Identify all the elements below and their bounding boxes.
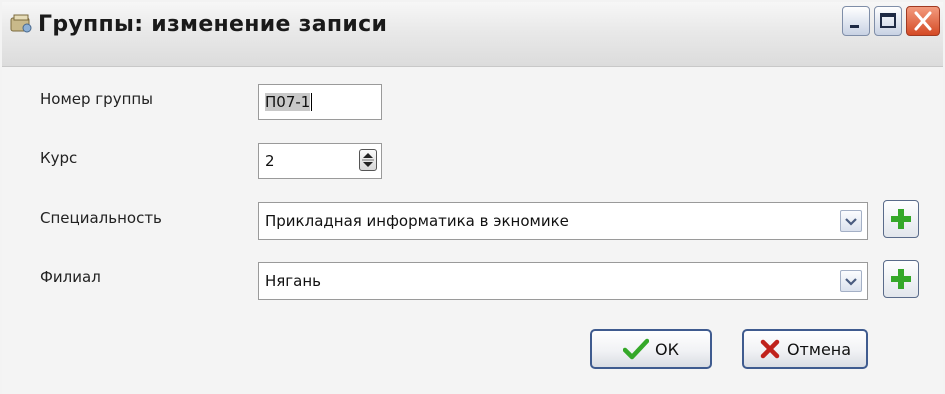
maximize-button[interactable] — [874, 6, 902, 36]
branch-dropdown-button[interactable] — [840, 270, 862, 292]
course-label: Курс — [40, 149, 78, 167]
ok-button[interactable]: ОК — [590, 329, 712, 369]
add-branch-button[interactable] — [883, 260, 919, 298]
plus-icon — [891, 209, 911, 229]
dialog-window: Группы: изменение записи Номер группы П0… — [0, 0, 945, 394]
specialty-label: Специальность — [40, 209, 162, 227]
branch-value: Нягань — [265, 272, 322, 290]
course-value: 2 — [265, 152, 275, 170]
specialty-value: Прикладная информатика в экномике — [265, 212, 569, 230]
close-icon — [914, 11, 932, 31]
specialty-dropdown-button[interactable] — [840, 210, 862, 232]
group-number-input[interactable]: П07-1 — [258, 84, 382, 120]
plus-icon — [891, 269, 911, 289]
checkmark-icon — [623, 338, 650, 360]
branch-select[interactable]: Нягань — [258, 262, 868, 300]
maximize-icon — [880, 13, 896, 28]
spin-arrows-icon — [362, 153, 374, 167]
cancel-button-label: Отмена — [786, 339, 852, 359]
app-icon — [10, 14, 32, 33]
chevron-down-icon — [845, 218, 857, 226]
title-bar[interactable]: Группы: изменение записи — [2, 2, 943, 67]
ok-button-label: ОК — [655, 339, 679, 359]
text-caret — [311, 93, 313, 111]
minimize-icon — [850, 25, 859, 28]
chevron-down-icon — [845, 278, 857, 286]
form-area: Номер группы П07-1 Курс 2 Специальность … — [2, 67, 943, 394]
minimize-button[interactable] — [842, 6, 870, 36]
course-spin-button[interactable] — [359, 149, 377, 171]
group-number-label: Номер группы — [40, 90, 154, 108]
branch-label: Филиал — [40, 268, 101, 286]
close-button[interactable] — [906, 6, 940, 36]
specialty-select[interactable]: Прикладная информатика в экномике — [258, 202, 868, 240]
x-mark-icon — [760, 339, 780, 359]
window-title: Группы: изменение записи — [38, 12, 388, 37]
cancel-button[interactable]: Отмена — [742, 329, 868, 369]
group-number-value: П07-1 — [265, 93, 311, 111]
add-specialty-button[interactable] — [883, 200, 919, 238]
